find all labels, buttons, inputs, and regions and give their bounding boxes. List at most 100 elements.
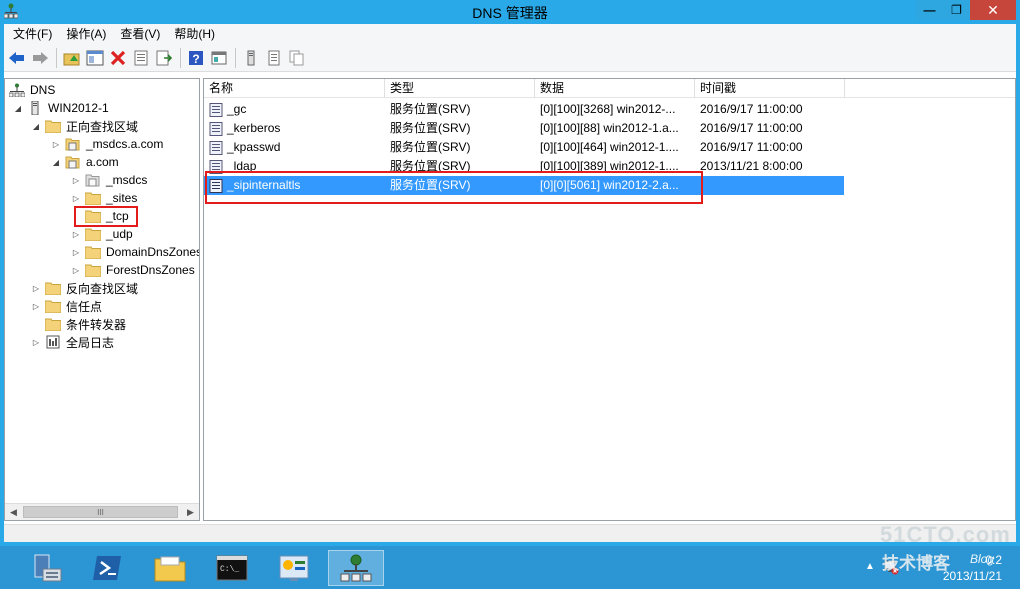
back-icon[interactable]: [6, 47, 28, 69]
menu-file[interactable]: 文件(F): [6, 24, 59, 44]
record-timestamp: 2016/9/17 11:00:00: [700, 121, 803, 135]
column-header-name[interactable]: 名称: [204, 79, 385, 98]
tree-item-label: 条件转发器: [66, 317, 127, 332]
tree-item-udp[interactable]: ▷ _udp: [71, 225, 134, 243]
tree-item-msdcs-zone[interactable]: ▷ _msdcs.a.com: [51, 135, 164, 153]
tree-item-reverse-zones[interactable]: ▷ 反向查找区域: [31, 279, 139, 297]
dns-root-icon: [9, 83, 25, 97]
tree-item-trust-points[interactable]: ▷ 信任点: [31, 297, 103, 315]
server-icon[interactable]: [240, 47, 262, 69]
record-name: _ldap: [227, 159, 257, 173]
table-row-selected[interactable]: _sipinternaltls 服务位置(SRV) [0][0][5061] w…: [204, 176, 844, 195]
powershell-icon[interactable]: [80, 550, 136, 586]
table-row[interactable]: _ldap 服务位置(SRV) [0][100][389] win2012-1.…: [204, 157, 844, 176]
menu-bar: 文件(F) 操作(A) 查看(V) 帮助(H): [4, 24, 1016, 44]
column-header-data[interactable]: 数据: [535, 79, 695, 98]
tree-item-label: _msdcs.a.com: [86, 137, 164, 151]
tree-item-server[interactable]: ◢ WIN2012-1: [13, 99, 110, 117]
record-type: 服务位置(SRV): [390, 140, 471, 154]
control-panel-icon[interactable]: [266, 550, 322, 586]
maximize-button[interactable]: ❐: [943, 0, 970, 20]
record-type: 服务位置(SRV): [390, 121, 471, 135]
tree-horizontal-scrollbar[interactable]: ◀ III ▶: [5, 503, 199, 520]
forward-icon[interactable]: [29, 47, 51, 69]
expand-arrow-icon[interactable]: ▷: [71, 266, 81, 275]
record-name-cell: _sipinternaltls: [204, 176, 385, 195]
tree-item-label: _tcp: [106, 209, 129, 223]
table-row[interactable]: _kerberos 服务位置(SRV) [0][100][88] win2012…: [204, 119, 844, 138]
menu-view[interactable]: 查看(V): [113, 24, 167, 44]
watermark-subtitle: 技术博客: [882, 554, 950, 573]
server-manager-icon[interactable]: [18, 550, 74, 586]
server-icon: [31, 101, 39, 115]
up-folder-icon[interactable]: [61, 47, 83, 69]
tree-item-domaindnszones[interactable]: ▷ DomainDnsZones: [71, 243, 199, 261]
list-icon[interactable]: [263, 47, 285, 69]
show-hide-tree-icon[interactable]: [84, 47, 106, 69]
chevron-up-icon[interactable]: ▲: [865, 561, 875, 572]
expand-arrow-icon[interactable]: ▷: [51, 140, 61, 149]
expand-arrow-icon[interactable]: ▷: [31, 284, 41, 293]
scroll-right-icon[interactable]: ▶: [182, 504, 199, 520]
menu-help[interactable]: 帮助(H): [167, 24, 222, 44]
scroll-thumb[interactable]: III: [23, 506, 178, 518]
tree-item-tcp[interactable]: _tcp: [71, 207, 130, 225]
record-timestamp: 2013/11/21 8:00:00: [700, 159, 803, 173]
menu-action[interactable]: 操作(A): [59, 24, 113, 44]
tree-item-label: 正向查找区域: [66, 119, 139, 134]
expand-arrow-icon[interactable]: ▷: [71, 230, 81, 239]
expand-arrow-icon[interactable]: ▷: [31, 302, 41, 311]
record-name: _kpasswd: [227, 140, 281, 154]
expand-arrow-icon[interactable]: ▷: [31, 338, 41, 347]
export-list-icon[interactable]: [153, 47, 175, 69]
delete-icon[interactable]: [107, 47, 129, 69]
tree-item-label: _udp: [106, 227, 133, 241]
record-timestamp: [695, 176, 844, 195]
watermark-blog: Blog: [970, 552, 995, 566]
tree-item-forward-zones[interactable]: ◢ 正向查找区域: [31, 117, 139, 135]
tree-item-msdcs[interactable]: ▷ _msdcs: [71, 171, 148, 189]
record-name: _kerberos: [227, 121, 281, 135]
record-timestamp: 2016/9/17 11:00:00: [700, 102, 803, 116]
folder-icon: [85, 192, 101, 205]
tree-item-a-com[interactable]: ◢ a.com: [51, 153, 120, 171]
collapse-arrow-icon[interactable]: ◢: [51, 158, 61, 167]
table-row[interactable]: _kpasswd 服务位置(SRV) [0][100][464] win2012…: [204, 138, 844, 157]
record-name-cell: _gc: [204, 100, 385, 119]
tree-item-forestdnszones[interactable]: ▷ ForestDnsZones: [71, 261, 196, 279]
tree-item-sites[interactable]: ▷ _sites: [71, 189, 138, 207]
dns-manager-icon[interactable]: [328, 550, 384, 586]
console-icon[interactable]: [208, 47, 230, 69]
folder-icon: [45, 120, 61, 133]
title-bar[interactable]: DNS 管理器 — ❐ ✕: [0, 0, 1020, 24]
tree-item-label: 全局日志: [66, 335, 115, 350]
copy-icon[interactable]: [286, 47, 308, 69]
minimize-button[interactable]: —: [916, 0, 943, 20]
svg-text:?: ?: [192, 52, 199, 66]
clock-date: 2013/11/21: [942, 569, 1002, 583]
tree-item-conditional-forwarders[interactable]: 条件转发器: [31, 315, 127, 333]
tree-item-label: 信任点: [66, 299, 103, 314]
column-header-timestamp[interactable]: 时间戳: [695, 79, 845, 98]
scroll-left-icon[interactable]: ◀: [5, 504, 22, 520]
record-type: 服务位置(SRV): [390, 159, 471, 173]
table-row[interactable]: _gc 服务位置(SRV) [0][100][3268] win2012-...…: [204, 100, 844, 119]
collapse-arrow-icon[interactable]: ◢: [13, 104, 23, 113]
column-header-type[interactable]: 类型: [385, 79, 535, 98]
collapse-arrow-icon[interactable]: ◢: [31, 122, 41, 131]
file-explorer-icon[interactable]: [142, 550, 198, 586]
expand-arrow-icon[interactable]: ▷: [71, 248, 81, 257]
cmd-icon[interactable]: C:\_: [204, 550, 260, 586]
tree-item-global-logs[interactable]: ▷ 全局日志: [31, 333, 115, 351]
expand-arrow-icon[interactable]: ▷: [71, 194, 81, 203]
folder-icon: [45, 318, 61, 331]
properties-icon[interactable]: [130, 47, 152, 69]
tree-item-dns[interactable]: DNS: [9, 81, 56, 99]
expand-arrow-icon[interactable]: ▷: [71, 176, 81, 185]
record-data: [0][100][3268] win2012-...: [540, 102, 676, 116]
help-icon[interactable]: ?: [185, 47, 207, 69]
folder-icon: [85, 228, 101, 241]
close-button[interactable]: ✕: [970, 0, 1016, 20]
taskbar: C:\_ ▲ 0:2 2013/11/21: [0, 546, 1020, 589]
folder-icon: [45, 282, 61, 295]
